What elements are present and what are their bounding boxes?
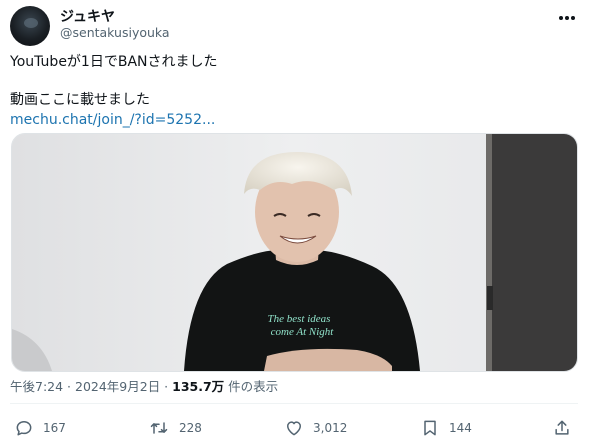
- bookmark-button[interactable]: 144: [420, 414, 472, 442]
- tweet-line-2: 動画ここに載せました: [10, 92, 150, 108]
- display-name[interactable]: ジュキヤ: [60, 8, 115, 26]
- more-options-icon[interactable]: [556, 10, 578, 26]
- avatar-image: [24, 18, 38, 28]
- like-button[interactable]: 3,012: [284, 414, 347, 442]
- timestamp[interactable]: 午後7:24 · 2024年9月2日 ·: [10, 379, 172, 394]
- retweet-button[interactable]: 228: [148, 414, 202, 442]
- reply-icon: [16, 421, 32, 436]
- bookmark-icon: [424, 420, 436, 436]
- share-icon: [555, 420, 569, 435]
- tweet-text: YouTubeが1日でBANされました 動画ここに載せました mechu.cha…: [10, 52, 570, 130]
- avatar[interactable]: [10, 6, 50, 46]
- heart-icon: [287, 421, 301, 436]
- view-count: 135.7万: [172, 379, 225, 394]
- tweet-media-photo[interactable]: The best ideas come At Night: [11, 133, 578, 372]
- tweet-meta: 午後7:24 · 2024年9月2日 · 135.7万 件の表示: [10, 378, 278, 396]
- divider: [10, 403, 578, 404]
- retweet-icon: [150, 422, 168, 434]
- view-label: 件の表示: [224, 379, 279, 394]
- like-count: 3,012: [313, 421, 348, 435]
- shirt-text-line1: The best ideas: [268, 313, 331, 325]
- share-button[interactable]: [552, 414, 581, 442]
- tweet-header: ジュキヤ @sentakusiyouka: [0, 0, 590, 46]
- bookmark-count: 144: [449, 421, 472, 435]
- action-bar: 167 228 3,012 144: [0, 414, 590, 442]
- reply-button[interactable]: 167: [14, 414, 66, 442]
- tweet-link[interactable]: mechu.chat/join_/?id=5252...: [10, 110, 570, 130]
- retweet-count: 228: [179, 421, 202, 435]
- shirt-text-line2: come At Night: [271, 326, 335, 338]
- tweet-line-1: YouTubeが1日でBANされました: [10, 54, 218, 70]
- reply-count: 167: [43, 421, 66, 435]
- user-handle[interactable]: @sentakusiyouka: [60, 25, 170, 41]
